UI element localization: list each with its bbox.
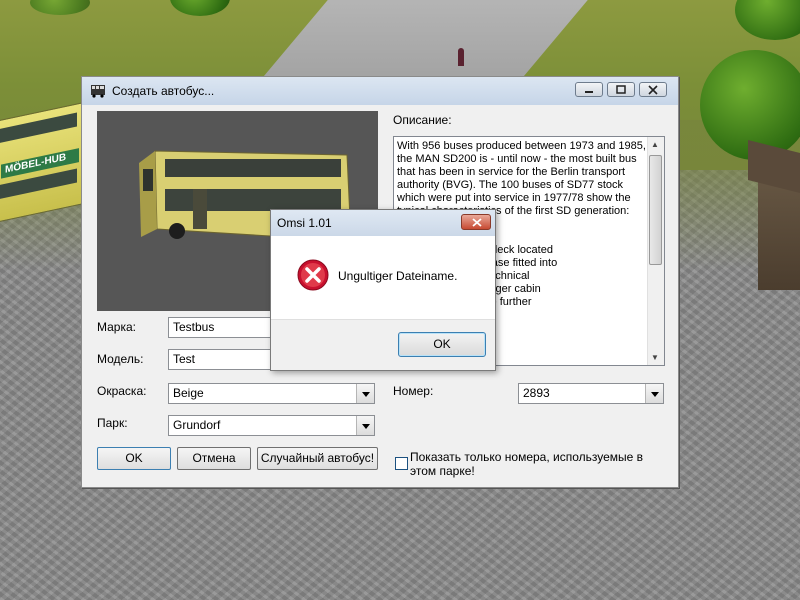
number-label: Номер: <box>393 384 434 398</box>
description-label: Описание: <box>393 113 452 127</box>
depot-label: Парк: <box>97 416 128 430</box>
error-dialog-footer: OK <box>271 319 495 370</box>
scroll-down-icon[interactable]: ▼ <box>651 353 659 362</box>
close-button[interactable] <box>639 82 667 97</box>
ok-button[interactable]: OK <box>97 447 171 470</box>
close-icon <box>472 218 482 227</box>
cancel-button[interactable]: Отмена <box>177 447 251 470</box>
scroll-up-icon[interactable]: ▲ <box>651 140 659 149</box>
pedestrian <box>458 48 464 66</box>
error-dialog-titlebar[interactable]: Omsi 1.01 <box>271 210 495 236</box>
house <box>748 140 800 290</box>
depot-value: Grundorf <box>173 418 221 432</box>
paint-label: Окраска: <box>97 384 147 398</box>
random-bus-button[interactable]: Случайный автобус! <box>257 447 378 470</box>
error-ok-button[interactable]: OK <box>398 332 486 357</box>
background-bus: MÖBEL-HUB <box>0 102 84 224</box>
error-close-button[interactable] <box>461 214 491 230</box>
numbers-in-depot-checkbox[interactable] <box>395 457 408 470</box>
error-icon <box>297 259 329 291</box>
paint-select[interactable]: Beige <box>168 383 375 404</box>
scrollbar-thumb[interactable] <box>649 155 662 265</box>
error-message: Ungultiger Dateiname. <box>338 269 458 283</box>
depot-select[interactable]: Grundorf <box>168 415 375 436</box>
model-label: Модель: <box>97 352 144 366</box>
number-select[interactable]: 2893 <box>518 383 664 404</box>
error-dialog: Omsi 1.01 Ungultiger Dateiname. OK <box>270 209 496 371</box>
chevron-down-icon[interactable] <box>356 384 374 403</box>
numbers-in-depot-label[interactable]: Показать только номера, используемые в э… <box>410 450 650 478</box>
maximize-icon <box>616 85 626 94</box>
bus-app-icon <box>91 85 105 98</box>
number-value: 2893 <box>523 386 550 400</box>
minimize-button[interactable] <box>575 82 603 97</box>
paint-value: Beige <box>173 386 204 400</box>
description-scrollbar[interactable]: ▲ ▼ <box>647 137 664 365</box>
close-icon <box>648 85 658 95</box>
dialog-title: Создать автобус... <box>112 84 215 98</box>
dialog-titlebar[interactable]: Создать автобус... <box>82 77 678 105</box>
chevron-down-icon[interactable] <box>356 416 374 435</box>
brand-label: Марка: <box>97 320 136 334</box>
minimize-icon <box>585 91 593 93</box>
chevron-down-icon[interactable] <box>645 384 663 403</box>
error-dialog-title: Omsi 1.01 <box>277 216 332 230</box>
maximize-button[interactable] <box>607 82 635 97</box>
